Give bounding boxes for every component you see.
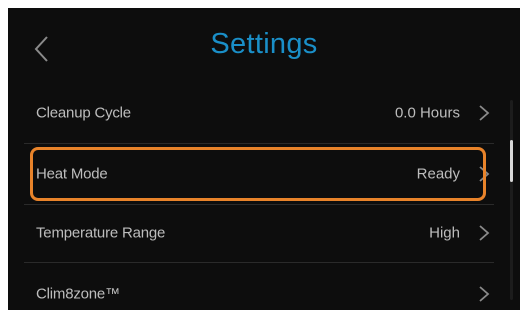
- scrollbar-track[interactable]: [510, 100, 513, 300]
- setting-value: Ready: [416, 165, 460, 183]
- chevron-right-icon: [479, 105, 490, 121]
- chevron-right-icon: [479, 286, 490, 302]
- setting-row-heat-mode[interactable]: Heat Mode Ready: [24, 144, 494, 204]
- header: Settings: [8, 8, 520, 84]
- setting-value: 0.0 Hours: [394, 104, 460, 122]
- setting-value: High: [429, 224, 460, 242]
- scrollbar-thumb[interactable]: [510, 140, 513, 182]
- setting-row-cleanup-cycle[interactable]: Cleanup Cycle 0.0 Hours: [24, 83, 494, 143]
- setting-label: Clim8zone™: [36, 285, 120, 303]
- divider: [24, 262, 494, 263]
- setting-label: Temperature Range: [36, 224, 166, 242]
- chevron-right-icon: [479, 166, 490, 182]
- setting-label: Cleanup Cycle: [36, 104, 131, 122]
- setting-row-temperature-range[interactable]: Temperature Range High: [24, 203, 494, 263]
- settings-screen: Settings Cleanup Cycle 0.0 Hours Heat Mo…: [8, 8, 520, 310]
- setting-label: Heat Mode: [36, 165, 108, 183]
- setting-row-clim8zone[interactable]: Clim8zone™: [24, 264, 494, 310]
- chevron-right-icon: [479, 225, 490, 241]
- page-title: Settings: [210, 28, 318, 60]
